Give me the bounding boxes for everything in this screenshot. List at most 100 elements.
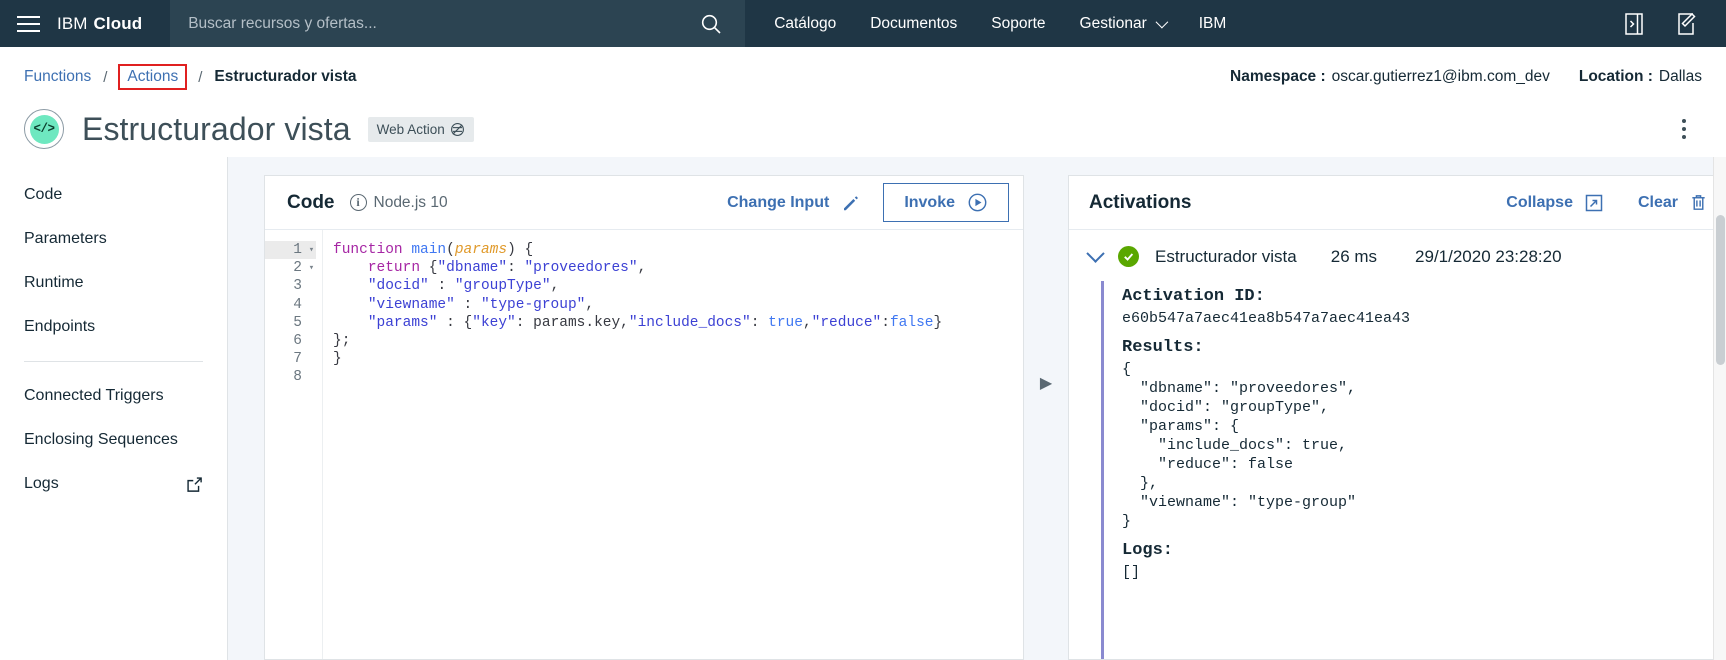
breadcrumb: Functions / Actions / Estructurador vist… — [0, 59, 1726, 95]
nav-link-label: Soporte — [991, 15, 1046, 32]
sidebar-item-runtime[interactable]: Runtime — [0, 261, 227, 305]
code-editor[interactable]: 1 ▾ 2 ▾ 3 4 5 6 7 8 function main(params) … — [265, 230, 1023, 659]
pencil-edit-icon — [844, 195, 859, 210]
expand-right-triangle-icon[interactable]: ▶ — [1024, 175, 1068, 660]
gutter-line: 1 ▾ — [265, 241, 316, 260]
nav-link-label: Catálogo — [774, 15, 837, 32]
line-number: 2 — [293, 260, 302, 277]
location-value: Dallas — [1658, 68, 1702, 85]
overflow-menu-icon[interactable] — [1672, 119, 1702, 139]
line-number: 3 — [293, 278, 302, 295]
ibm-cloud-logo[interactable]: IBM Cloud — [57, 0, 170, 47]
nav-link-label: Gestionar — [1079, 15, 1147, 32]
gutter-line: 7 — [265, 350, 316, 368]
sidebar-item-code[interactable]: Code — [0, 173, 227, 217]
brand-ibm-text: IBM — [57, 13, 88, 33]
chevron-down-icon[interactable] — [1086, 244, 1105, 263]
fold-toggle-icon[interactable]: ▾ — [307, 241, 316, 259]
nav-link-documentos[interactable]: Documentos — [853, 0, 974, 47]
gutter-line: 6 — [265, 332, 316, 350]
gutter-line: 8 — [265, 368, 316, 386]
code-line: } — [333, 351, 342, 368]
activation-name: Estructurador vista — [1155, 246, 1297, 266]
play-circle-icon — [968, 193, 987, 212]
code-panel-title: Code — [287, 191, 335, 213]
sidebar-item-parameters[interactable]: Parameters — [0, 217, 227, 261]
collapse-button[interactable]: Collapse — [1506, 193, 1604, 213]
namespace-value: oscar.gutierrez1@ibm.com_dev — [1331, 68, 1550, 85]
location-label: Location : — [1578, 68, 1653, 85]
scrollbar-thumb[interactable] — [1716, 215, 1725, 365]
search-input[interactable] — [170, 13, 690, 34]
page-body: Code Parameters Runtime Endpoints Connec… — [0, 157, 1726, 660]
trash-icon — [1692, 195, 1705, 210]
search-icon[interactable] — [689, 12, 745, 36]
sidebar-item-endpoints[interactable]: Endpoints — [0, 305, 227, 349]
fold-toggle-icon[interactable]: ▾ — [307, 259, 316, 277]
activations-panel: Activations Collapse Clear Estructurador… — [1068, 175, 1726, 660]
code-line: "viewname" : "type-group", — [367, 296, 595, 313]
top-nav-actions — [1610, 0, 1726, 47]
code-line: return {"dbname": "proveedores", — [367, 260, 647, 277]
hamburger-menu-icon[interactable] — [0, 0, 57, 47]
clear-label: Clear — [1637, 193, 1678, 211]
line-number: 4 — [293, 296, 302, 313]
code-runtime-label: Node.js 10 — [373, 193, 448, 211]
sidebar-item-connected-triggers[interactable]: Connected Triggers — [0, 374, 227, 418]
external-link-icon — [187, 476, 202, 492]
namespace-location-info: Namespace : oscar.gutierrez1@ibm.com_dev… — [1230, 68, 1702, 86]
activations-title: Activations — [1089, 191, 1192, 213]
nav-link-ibm[interactable]: IBM — [1182, 0, 1244, 47]
code-panel-header: Code i Node.js 10 Change Input Invoke — [265, 176, 1023, 230]
code-action-icon: </> — [24, 109, 64, 149]
nav-link-gestionar[interactable]: Gestionar — [1063, 0, 1182, 47]
sidebar-item-enclosing-sequences[interactable]: Enclosing Sequences — [0, 418, 227, 462]
code-line: function main(params) { — [333, 242, 534, 258]
nav-link-soporte[interactable]: Soporte — [974, 0, 1062, 47]
info-icon[interactable]: i — [349, 194, 367, 211]
activation-row[interactable]: Estructurador vista 26 ms 29/1/2020 23:2… — [1069, 230, 1726, 279]
breadcrumb-item-actions[interactable]: Actions — [118, 64, 188, 90]
change-input-button[interactable]: Change Input — [711, 176, 877, 229]
main-content: Code i Node.js 10 Change Input Invoke 1 … — [228, 157, 1726, 660]
nav-link-catalogo[interactable]: Catálogo — [757, 0, 853, 47]
activation-detail: Activation ID: e60b547a7aec41ea8b547a7ae… — [1101, 281, 1726, 659]
invoke-label: Invoke — [904, 193, 955, 211]
compose-edit-icon[interactable] — [1662, 0, 1710, 47]
breadcrumb-item-functions[interactable]: Functions — [24, 68, 91, 86]
code-text[interactable]: function main(params) { return {"dbname"… — [323, 230, 1023, 659]
activation-id-value: e60b547a7aec41ea8b547a7aec41ea43 — [1122, 310, 1411, 327]
chevron-down-icon — [1155, 15, 1169, 29]
vertical-scrollbar[interactable] — [1713, 157, 1726, 660]
web-action-slashed-icon — [450, 122, 464, 136]
namespace-label: Namespace : — [1230, 68, 1326, 85]
top-navigation-bar: IBM Cloud Catálogo Documentos Soporte Ge… — [0, 0, 1726, 47]
collapse-icon — [1585, 194, 1603, 211]
page-header: </> Estructurador vista Web Action — [0, 95, 1726, 157]
clear-button[interactable]: Clear — [1638, 193, 1708, 212]
sidebar-item-label: Code — [24, 186, 63, 203]
code-gutter: 1 ▾ 2 ▾ 3 4 5 6 7 8 — [265, 230, 323, 659]
shell-terminal-icon[interactable] — [1610, 0, 1658, 47]
breadcrumb-item-current: Estructurador vista — [214, 68, 357, 85]
gutter-line: 3 — [265, 277, 316, 295]
results-json: { "dbname": "proveedores", "docid": "gro… — [1122, 361, 1357, 530]
line-number: 7 — [293, 351, 302, 368]
sidebar-item-label: Enclosing Sequences — [24, 431, 178, 448]
code-line: "params" : {"key": params.key,"include_d… — [367, 314, 943, 331]
code-line: }; — [333, 332, 351, 349]
breadcrumb-separator: / — [198, 68, 203, 86]
line-number: 5 — [293, 314, 302, 331]
gutter-line: 2 ▾ — [265, 259, 316, 277]
invoke-button[interactable]: Invoke — [883, 183, 1009, 222]
page-title: Estructurador vista — [82, 110, 351, 147]
sidebar-item-label: Endpoints — [24, 318, 96, 335]
change-input-label: Change Input — [727, 193, 830, 211]
code-action-glyph: </> — [29, 114, 59, 144]
collapse-label: Collapse — [1506, 193, 1573, 211]
breadcrumb-separator: / — [103, 68, 108, 86]
sidebar-item-logs[interactable]: Logs — [0, 462, 227, 506]
results-label: Results: — [1122, 338, 1204, 357]
global-search[interactable] — [170, 0, 746, 47]
